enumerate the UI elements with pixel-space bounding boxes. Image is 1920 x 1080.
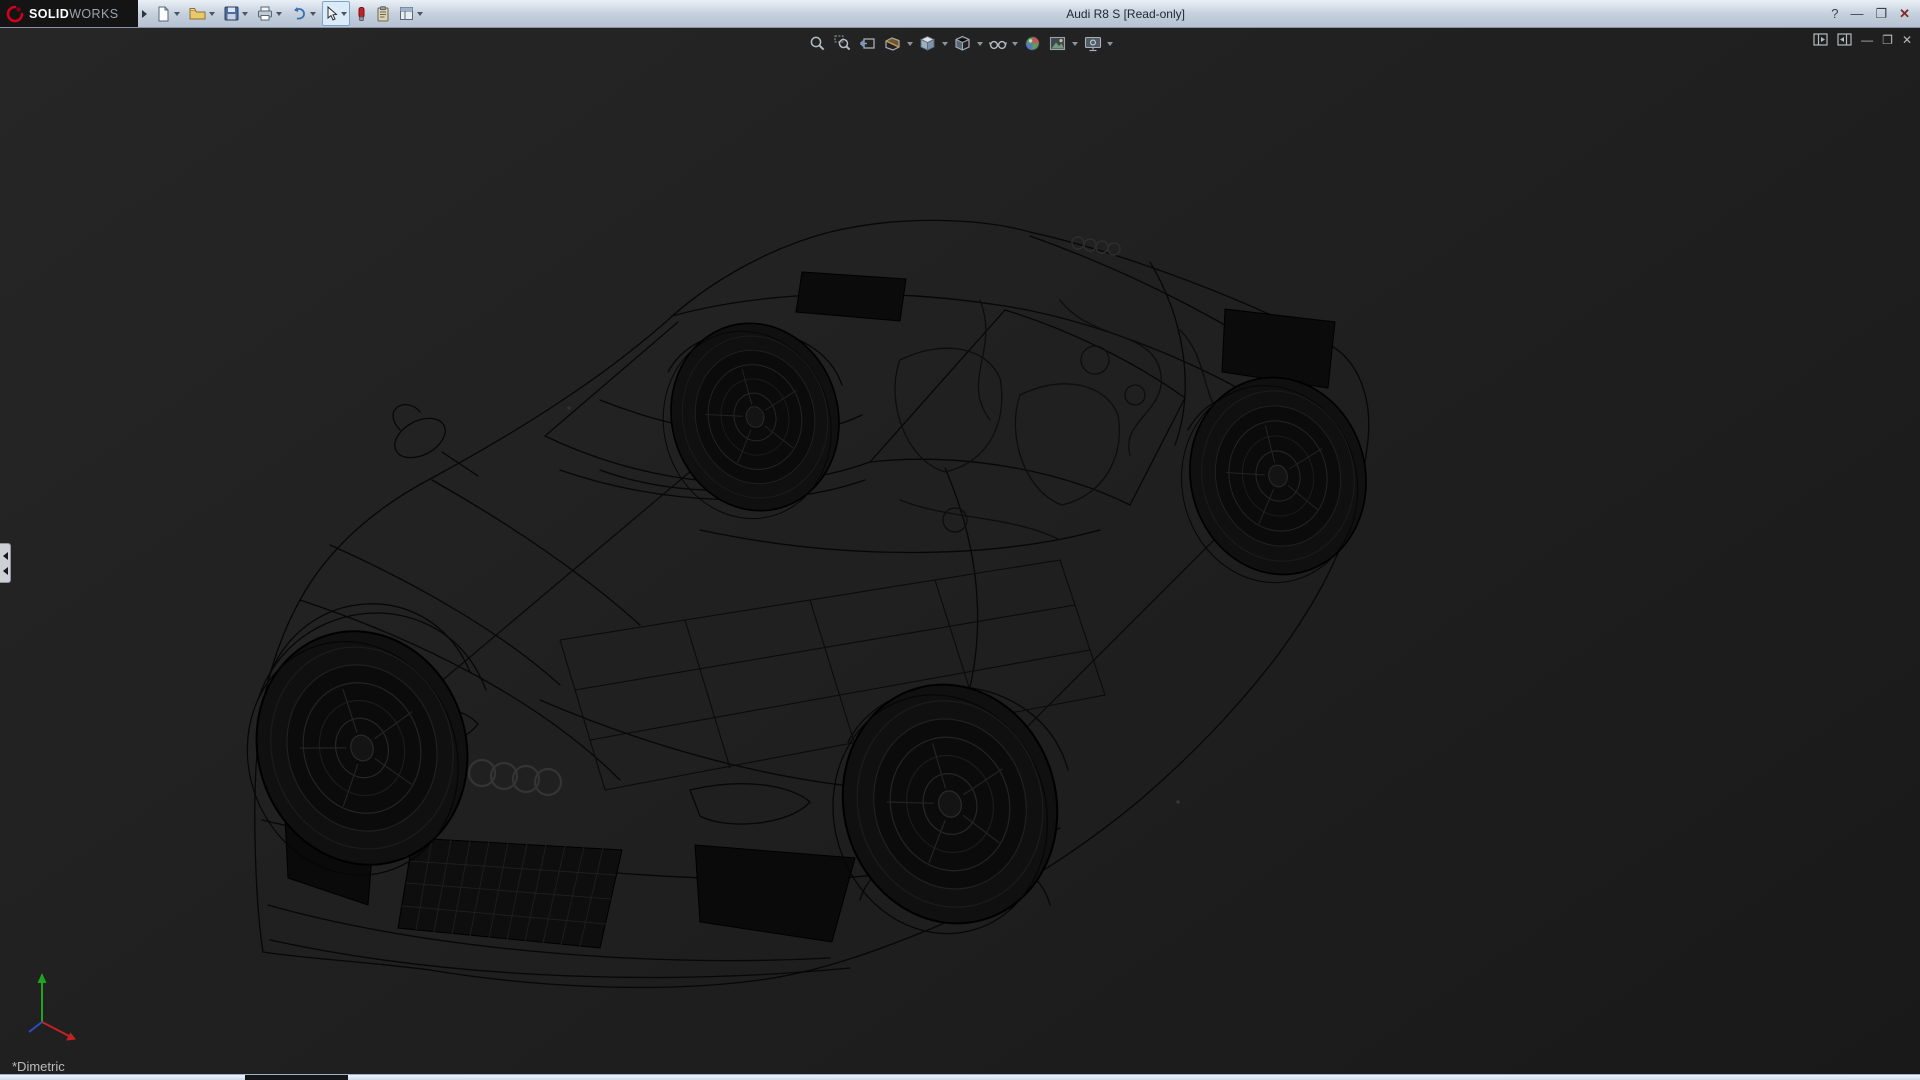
section-cube-icon xyxy=(885,37,900,51)
zoom-to-area-button[interactable] xyxy=(831,32,854,55)
titlebar-controls: ? — ❐ ✕ xyxy=(1825,7,1920,20)
featuremanager-splitter[interactable] xyxy=(0,543,11,583)
appearance-button[interactable] xyxy=(353,1,370,26)
open-folder-icon xyxy=(189,8,206,20)
view-orientation-button[interactable] xyxy=(916,32,939,55)
view-settings-dropdown-arrow[interactable] xyxy=(1107,41,1113,46)
viewport-window-controls: — ❐ ✕ xyxy=(1813,33,1912,46)
scene-icon xyxy=(1049,36,1066,50)
view-settings-button[interactable] xyxy=(1081,32,1104,55)
minimize-button[interactable]: — xyxy=(1850,7,1863,20)
color-sphere-icon xyxy=(1025,36,1040,51)
dassault-logo-icon xyxy=(6,5,24,22)
new-document-icon xyxy=(158,6,169,21)
save-icon xyxy=(224,6,239,21)
window-title: Audi R8 S [Read-only] xyxy=(1066,6,1185,21)
edit-appearance-button[interactable] xyxy=(1021,32,1044,55)
orientation-cube-icon xyxy=(919,36,936,51)
clipboard-button[interactable] xyxy=(373,1,393,26)
display-style-icon xyxy=(955,35,970,51)
taskbar-window-button[interactable] xyxy=(245,1075,348,1080)
magnifier-area-icon xyxy=(834,35,851,51)
open-dropdown-arrow[interactable] xyxy=(209,11,215,16)
print-button[interactable] xyxy=(254,1,285,26)
new-button[interactable] xyxy=(153,1,183,26)
view-orientation-dropdown-arrow[interactable] xyxy=(942,41,948,46)
previous-view-icon xyxy=(859,38,875,49)
solidworks-logo[interactable]: SOLIDWORKS xyxy=(0,0,138,27)
options-button[interactable] xyxy=(396,1,426,26)
section-view-button[interactable] xyxy=(881,32,904,55)
appearance-icon xyxy=(358,6,365,21)
options-icon xyxy=(400,7,413,20)
heads-up-view-toolbar xyxy=(806,32,1114,55)
collapse-arrow-icon xyxy=(2,566,8,575)
previous-view-button[interactable] xyxy=(856,32,879,55)
document-restore-button[interactable]: ❐ xyxy=(1882,34,1893,46)
collapse-arrow-icon xyxy=(2,551,8,560)
display-style-button[interactable] xyxy=(951,32,974,55)
brand-text: SOLIDWORKS xyxy=(29,7,118,21)
save-dropdown-arrow[interactable] xyxy=(242,11,248,16)
undo-dropdown-arrow[interactable] xyxy=(310,11,316,16)
view-orientation-label: *Dimetric xyxy=(12,1059,65,1074)
taskbar-sliver[interactable] xyxy=(0,1074,1920,1080)
zoom-to-fit-button[interactable] xyxy=(806,32,829,55)
select-button[interactable] xyxy=(322,1,350,26)
open-button[interactable] xyxy=(186,1,218,26)
magnifier-icon xyxy=(810,36,825,51)
document-close-button[interactable]: ✕ xyxy=(1902,34,1912,46)
select-cursor-icon xyxy=(327,6,338,21)
view-settings-icon xyxy=(1084,36,1101,51)
hide-show-items-button[interactable] xyxy=(986,32,1009,55)
apply-scene-dropdown-arrow[interactable] xyxy=(1072,41,1078,46)
titlebar: SOLIDWORKS Audi R8 S [Read-only] ? — ❐ ✕ xyxy=(0,0,1920,28)
save-button[interactable] xyxy=(221,1,251,26)
maximize-button[interactable]: ❐ xyxy=(1875,7,1887,20)
car-wireframe xyxy=(214,219,1390,989)
print-icon xyxy=(258,6,272,21)
section-view-dropdown-arrow[interactable] xyxy=(907,41,913,46)
close-button[interactable]: ✕ xyxy=(1899,7,1910,20)
solidworks-app: { "window": { "brand_bold": "SOLID", "br… xyxy=(0,0,1920,1080)
eyeglasses-icon xyxy=(988,40,1007,49)
undo-button[interactable] xyxy=(288,1,319,26)
graphics-viewport[interactable]: — ❐ ✕ *Dimetric xyxy=(0,27,1920,1074)
clipboard-icon xyxy=(377,5,389,21)
display-style-dropdown-arrow[interactable] xyxy=(977,41,983,46)
expand-left-pane-icon[interactable] xyxy=(1813,33,1828,46)
brand-light: WORKS xyxy=(69,6,119,21)
select-dropdown-arrow[interactable] xyxy=(341,11,347,16)
expand-right-pane-icon[interactable] xyxy=(1837,33,1852,46)
hide-show-dropdown-arrow[interactable] xyxy=(1012,41,1018,46)
reference-triad xyxy=(28,973,76,1041)
document-minimize-button[interactable]: — xyxy=(1861,34,1873,46)
help-button[interactable]: ? xyxy=(1831,7,1838,20)
main-toolbar xyxy=(147,1,426,26)
new-dropdown-arrow[interactable] xyxy=(174,11,180,16)
print-dropdown-arrow[interactable] xyxy=(276,11,282,16)
apply-scene-button[interactable] xyxy=(1046,32,1069,55)
options-dropdown-arrow[interactable] xyxy=(417,11,423,16)
brand-bold: SOLID xyxy=(29,6,70,21)
undo-icon xyxy=(294,7,305,20)
